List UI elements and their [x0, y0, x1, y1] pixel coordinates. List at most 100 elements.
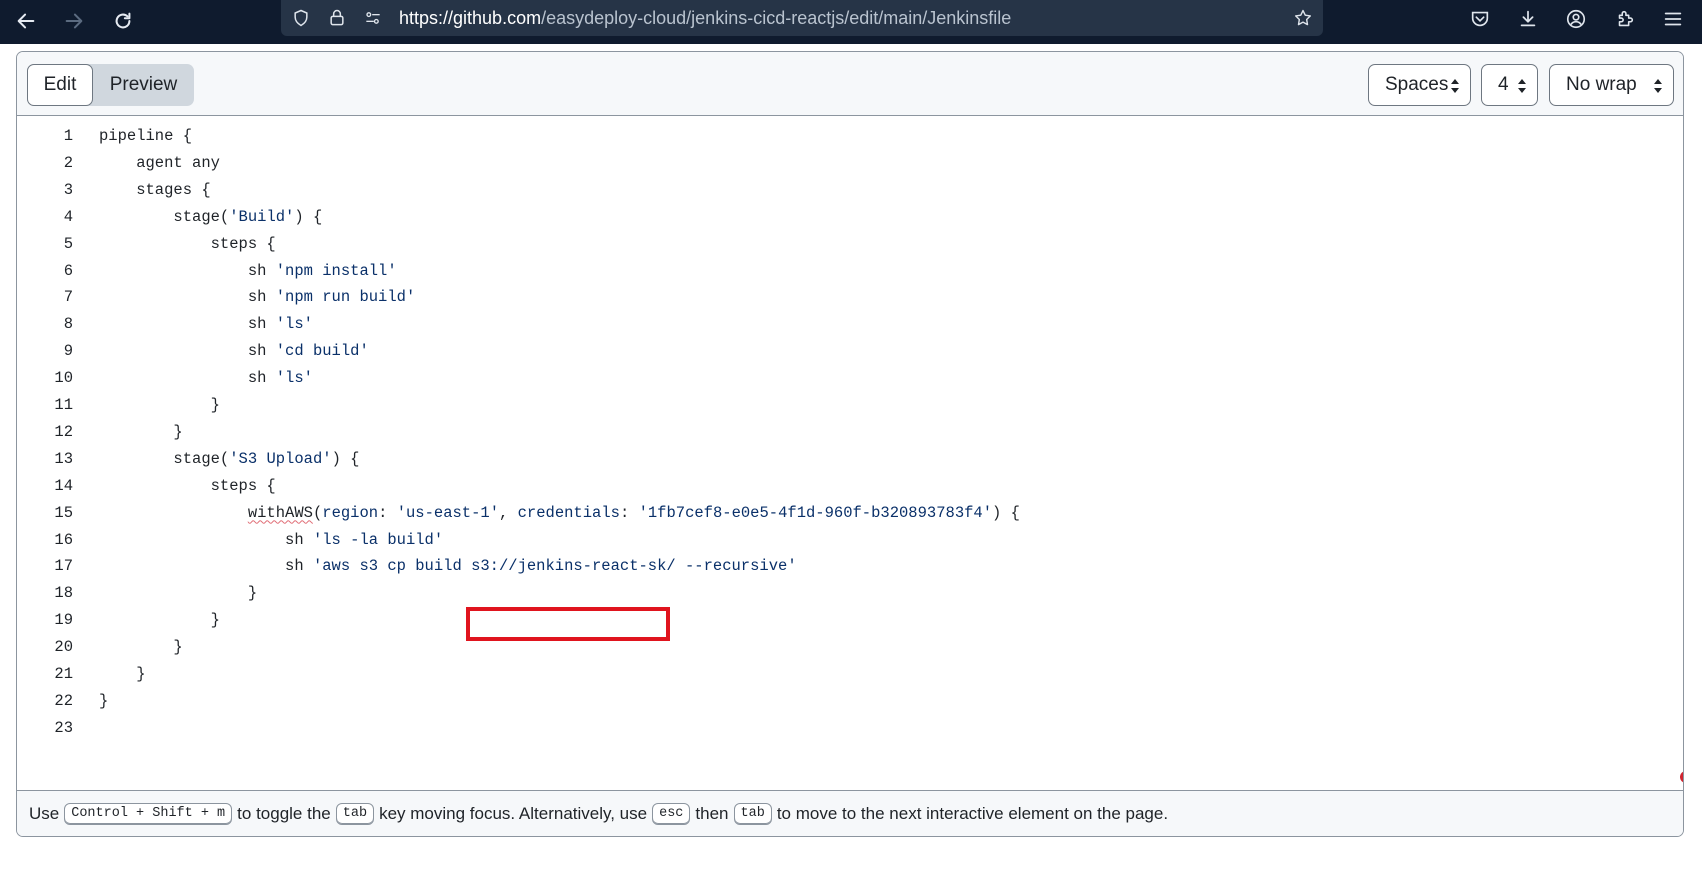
line-number: 1 — [63, 127, 73, 145]
shield-icon — [294, 9, 308, 27]
select-caret-icon — [1654, 79, 1662, 93]
pocket-button[interactable] — [1465, 4, 1495, 34]
code-line[interactable]: 4 stage('Build') { — [17, 204, 1683, 231]
line-content: sh 'aws s3 cp build s3://jenkins-react-s… — [99, 557, 797, 576]
line-content: agent any — [99, 153, 220, 172]
download-icon — [1520, 10, 1536, 27]
code-line[interactable]: 2 agent any — [17, 150, 1683, 177]
star-icon — [1294, 9, 1312, 26]
code-line[interactable]: 22} — [17, 688, 1683, 715]
address-bar[interactable]: https://github.com/easydeploy-cloud/jenk… — [281, 0, 1323, 36]
line-number: 18 — [54, 584, 73, 603]
code-line[interactable]: 20 } — [17, 634, 1683, 661]
line-content: pipeline { — [99, 127, 193, 145]
code-line[interactable]: 16 sh 'ls -la build' — [17, 527, 1683, 554]
tab-preview[interactable]: Preview — [93, 64, 194, 106]
line-content: sh 'ls -la build' — [99, 530, 444, 549]
url-text[interactable]: https://github.com/easydeploy-cloud/jenk… — [399, 8, 1011, 29]
code-line[interactable]: 1 pipeline { — [17, 123, 1683, 150]
status-dot — [1680, 771, 1683, 783]
bookmark-button[interactable] — [1291, 6, 1315, 30]
browser-toolbar: https://github.com/easydeploy-cloud/jenk… — [0, 0, 1702, 44]
code-line[interactable]: 5 steps { — [17, 231, 1683, 258]
line-content: stage('Build') { — [99, 207, 323, 226]
back-icon — [17, 13, 35, 29]
line-number: 22 — [54, 691, 73, 710]
line-number: 13 — [54, 449, 73, 468]
code-line[interactable]: 18 } — [17, 580, 1683, 607]
line-number: 17 — [54, 557, 73, 576]
permissions-button[interactable] — [361, 6, 385, 30]
footer-text: to move to the next interactive element … — [776, 803, 1169, 823]
line-number: 16 — [54, 530, 73, 549]
code-line[interactable]: 19 } — [17, 607, 1683, 634]
line-content: withAWS(region: 'us-east-1', credentials… — [247, 503, 1020, 522]
pocket-icon — [1471, 11, 1489, 27]
code-line[interactable]: 23 — [17, 715, 1683, 742]
line-content: sh 'ls' — [99, 315, 313, 334]
line-number: 14 — [54, 476, 73, 495]
code-line[interactable]: 10 sh 'ls' — [17, 365, 1683, 392]
line-content: sh 'npm install' — [99, 261, 397, 280]
line-content: } — [99, 665, 146, 683]
code-line[interactable]: 15 withAWS(region: 'us-east-1', credenti… — [17, 500, 1683, 527]
line-number: 6 — [63, 261, 73, 280]
indent-mode-select[interactable]: Spaces — [1368, 64, 1471, 106]
file-editor: Edit Preview Spaces 4 No wrap 1 pipeline … — [16, 51, 1684, 837]
wrap-mode-select[interactable]: No wrap — [1549, 64, 1674, 106]
line-number: 12 — [54, 422, 73, 441]
extensions-button[interactable] — [1610, 4, 1640, 34]
kbd-tab: tab — [335, 802, 375, 825]
line-content: } — [99, 638, 183, 657]
forward-icon — [65, 13, 83, 29]
editor-header: Edit Preview Spaces 4 No wrap — [17, 52, 1683, 116]
forward-button[interactable] — [59, 6, 89, 36]
line-number: 3 — [63, 180, 73, 199]
code-line[interactable]: 7 sh 'npm run build' — [17, 284, 1683, 311]
line-content: } — [99, 422, 183, 441]
line-content: } — [99, 611, 220, 630]
downloads-button[interactable] — [1513, 4, 1543, 34]
tab-edit[interactable]: Edit — [27, 64, 93, 106]
code-line[interactable]: 8 sh 'ls' — [17, 311, 1683, 338]
indent-mode-value: Spaces — [1385, 74, 1449, 95]
account-button[interactable] — [1561, 4, 1591, 34]
tracking-protection-button[interactable] — [289, 6, 313, 30]
reload-icon — [115, 12, 131, 29]
line-number: 15 — [54, 503, 73, 522]
back-button[interactable] — [11, 6, 41, 36]
account-icon — [1566, 9, 1586, 29]
permissions-icon — [366, 12, 380, 24]
reload-button[interactable] — [108, 6, 138, 36]
indent-size-select[interactable]: 4 — [1481, 64, 1538, 106]
code-line[interactable]: 3 stages { — [17, 177, 1683, 204]
line-content: sh 'cd build' — [99, 342, 369, 361]
line-number: 5 — [63, 234, 73, 253]
wrap-mode-value: No wrap — [1566, 74, 1637, 95]
line-number: 2 — [63, 153, 73, 172]
url-path: /easydeploy-cloud/jenkins-cicd-reactjs/e… — [541, 8, 1012, 28]
code-area[interactable]: 1 pipeline {2 agent any 3 stages {4 stage(… — [17, 117, 1683, 777]
line-number: 19 — [54, 611, 73, 630]
code-line[interactable]: 12 } — [17, 419, 1683, 446]
code-line[interactable]: 14 steps { — [17, 473, 1683, 500]
menu-icon — [1664, 12, 1682, 26]
code-line[interactable]: 11 } — [17, 392, 1683, 419]
code-line[interactable]: 21 } — [17, 661, 1683, 688]
line-number: 9 — [63, 342, 73, 361]
site-security-button[interactable] — [325, 6, 349, 30]
line-number: 11 — [54, 396, 73, 414]
line-content: steps { — [99, 234, 276, 253]
select-caret-icon — [1451, 79, 1459, 93]
line-content: } — [99, 691, 109, 710]
code-line[interactable]: 9 sh 'cd build' — [17, 338, 1683, 365]
app-menu-button[interactable] — [1658, 4, 1688, 34]
line-number: 4 — [63, 207, 73, 226]
line-number: 8 — [63, 315, 73, 334]
extensions-icon — [1618, 10, 1634, 27]
code-line[interactable]: 6 sh 'npm install' — [17, 258, 1683, 285]
line-number: 21 — [54, 665, 73, 683]
code-line[interactable]: 13 stage('S3 Upload') { — [17, 446, 1683, 473]
code-line[interactable]: 17 sh 'aws s3 cp build s3://jenkins-reac… — [17, 553, 1683, 580]
line-content: sh 'ls' — [99, 369, 313, 388]
